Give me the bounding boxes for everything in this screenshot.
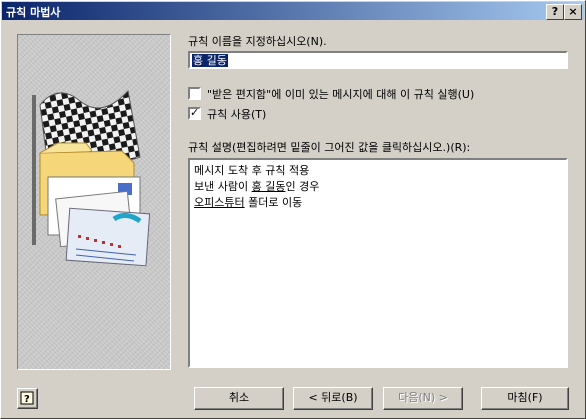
next-button[interactable]: 다음(N) > <box>383 387 463 410</box>
title-close-button[interactable]: × <box>564 4 582 20</box>
description-line-2: 보낸 사람이 홍 길동인 경우 <box>194 178 319 194</box>
title-bar[interactable]: 규칙 마법사 ? × <box>2 2 584 20</box>
back-button[interactable]: < 뒤로(B) <box>293 387 373 410</box>
question-help-icon: ? <box>20 391 34 405</box>
rule-name-value: 홍 길동 <box>192 54 228 67</box>
help-button[interactable]: ? <box>17 388 38 409</box>
description-line-2-prefix: 보낸 사람이 <box>194 180 252 193</box>
cancel-button[interactable]: 취소 <box>194 387 284 410</box>
description-line-3: 오피스튜터 폴더로 이동 <box>194 194 302 210</box>
checkered-flag-mail-icon <box>32 89 151 267</box>
rule-description-box[interactable]: 메시지 도착 후 규칙 적용 보낸 사람이 홍 길동인 경우 오피스튜터 폴더로… <box>188 158 568 368</box>
wizard-illustration <box>17 34 171 370</box>
rule-name-input[interactable]: 홍 길동 <box>188 51 568 69</box>
sender-link[interactable]: 홍 길동 <box>252 180 286 193</box>
apply-existing-checkbox[interactable] <box>188 87 201 100</box>
description-line-3-suffix: 폴더로 이동 <box>244 196 303 209</box>
apply-existing-label[interactable]: "받은 편지함"에 이미 있는 메시지에 대해 이 규칙 실행(U) <box>207 86 474 102</box>
enable-rule-checkbox[interactable]: ✓ <box>188 106 201 120</box>
folder-link[interactable]: 오피스튜터 <box>194 196 245 209</box>
title-help-button[interactable]: ? <box>546 4 564 20</box>
description-line-2-suffix: 인 경우 <box>285 180 320 193</box>
svg-text:?: ? <box>24 394 30 405</box>
rules-wizard-dialog: 규칙 마법사 ? × 규칙 이름을 지정하십시오(N). 홍 길동 "받은 편지… <box>0 0 586 419</box>
rule-description-label: 규칙 설명(편집하려면 밑줄이 그어진 값을 클릭하십시오.)(R): <box>188 141 471 154</box>
finish-button[interactable]: 마침(F) <box>481 387 569 410</box>
dialog-title: 규칙 마법사 <box>6 6 61 19</box>
checkmark-icon: ✓ <box>190 106 200 119</box>
description-line-1: 메시지 도착 후 규칙 적용 <box>194 164 310 177</box>
rule-name-label: 규칙 이름을 지정하십시오(N). <box>188 35 327 48</box>
enable-rule-label[interactable]: 규칙 사용(T) <box>207 106 266 122</box>
